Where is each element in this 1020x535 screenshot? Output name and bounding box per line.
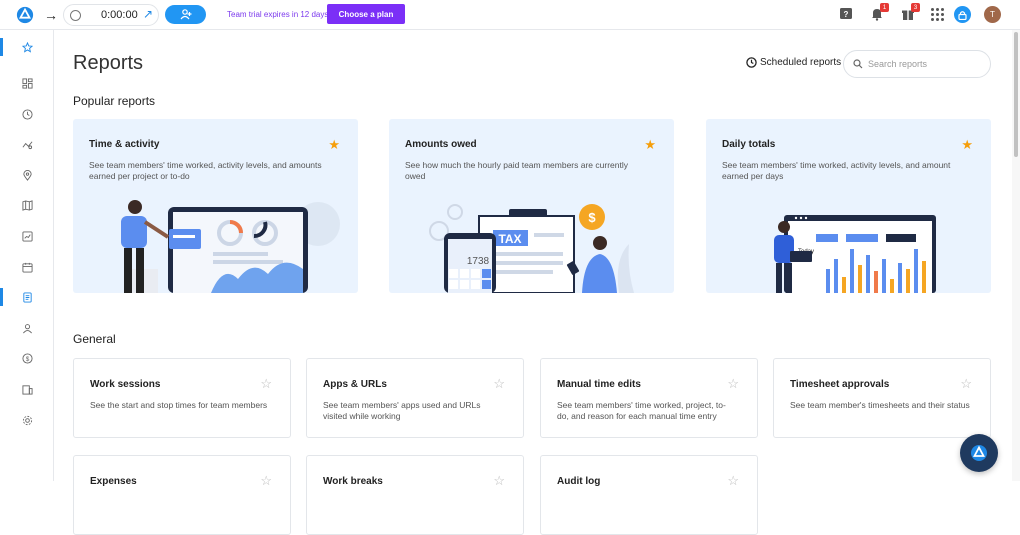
report-card-title: Expenses [90,476,137,487]
apps-grid-icon[interactable] [931,8,944,21]
popular-reports-heading: Popular reports [73,94,156,108]
clock-icon [21,108,33,120]
favorite-star-icon[interactable]: ☆ [493,377,505,390]
report-card-work-breaks[interactable]: Work breaks ☆ [306,455,524,535]
favorite-star-icon[interactable]: ☆ [260,377,272,390]
report-card-title: Work sessions [90,379,161,390]
report-card-title: Manual time edits [557,379,641,390]
report-card-description: See team member's timesheets and their s… [790,400,970,410]
sidebar-item-schedules[interactable] [0,252,54,282]
dollar-icon: $ [21,352,33,364]
location-pin-icon [22,169,32,181]
report-card-daily-totals[interactable]: Daily totals See team members' time work… [706,119,991,293]
top-bar: → 0:00:00 ↗ Team trial expires in 12 day… [0,0,1020,30]
svg-text:$: $ [588,210,596,225]
user-avatar[interactable]: T [984,6,1001,23]
report-card-description: See team members' apps used and URLs vis… [323,400,481,421]
help-icon[interactable]: ? [839,7,853,21]
svg-text:?: ? [844,10,849,19]
scheduled-reports-label: Scheduled reports [760,57,842,68]
report-card-title: Audit log [557,476,601,487]
amounts-owed-illustration: TAX $ 1738 [429,204,634,293]
sidebar-item-financials[interactable]: $ [0,343,54,373]
arrow-right-icon[interactable]: → [44,8,58,22]
report-card-description: See team members' time worked, project, … [557,400,726,421]
sidebar-item-insights[interactable] [0,221,54,251]
calculator-display: 1738 [467,256,490,267]
sidebar-item-dashboard[interactable] [0,68,54,98]
notifications-button[interactable]: 1 [870,3,889,21]
report-card-audit-log[interactable]: Audit log ☆ [540,455,758,535]
report-card-title: Apps & URLs [323,379,387,390]
timer-value: 0:00:00 [101,9,138,21]
report-card-amounts-owed[interactable]: Amounts owed See how much the hourly pai… [389,119,674,293]
sidebar-item-reports[interactable] [0,282,54,312]
report-card-apps-urls[interactable]: Apps & URLs See team members' apps used … [306,358,524,438]
sidebar: $ [0,30,54,481]
scheduled-reports-link[interactable]: Scheduled reports [746,57,841,68]
report-card-work-sessions[interactable]: Work sessions See the start and stop tim… [73,358,291,438]
gifts-button[interactable]: 3 [901,3,920,21]
favorite-star-icon[interactable]: ☆ [960,377,972,390]
page-scrollbar[interactable] [1012,30,1020,481]
calendar-icon [21,262,33,273]
lock-button[interactable] [954,6,971,23]
report-card-time-activity[interactable]: Time & activity See team members' time w… [73,119,358,293]
search-input[interactable] [868,59,978,69]
svg-text:$: $ [25,355,29,362]
trial-notice: Team trial expires in 12 days. [227,10,331,19]
sidebar-item-locations[interactable] [0,160,54,190]
reports-icon [22,291,32,303]
sidebar-item-activity[interactable] [0,129,54,159]
sidebar-item-projects[interactable] [0,374,54,404]
stopwatch-icon [70,9,81,21]
settings-icon [22,415,32,425]
sidebar-item-settings[interactable] [0,405,54,435]
tax-label: TAX [498,232,521,246]
time-activity-illustration [121,200,340,293]
favorite-star-icon[interactable]: ☆ [727,377,739,390]
report-card-title: Timesheet approvals [790,379,890,390]
dashboard-icon [21,77,33,89]
sidebar-item-map[interactable] [0,190,54,220]
choose-plan-button[interactable]: Choose a plan [327,4,405,24]
gifts-badge: 3 [911,3,920,12]
star-icon [21,41,33,53]
sidebar-item-favorites[interactable] [0,32,54,62]
report-card-timesheet-approvals[interactable]: Timesheet approvals See team member's ti… [773,358,991,438]
sidebar-item-timesheets[interactable] [0,99,54,129]
add-user-button[interactable] [165,5,206,24]
daily-totals-illustration: Today [774,215,936,293]
activity-icon [22,140,32,149]
report-card-expenses[interactable]: Expenses ☆ [73,455,291,535]
notifications-badge: 1 [880,3,889,12]
search-box[interactable] [843,50,991,78]
chart-icon [21,230,33,242]
report-card-description: See the start and stop times for team me… [90,400,268,410]
people-icon [22,323,32,333]
lock-icon [958,10,967,20]
projects-icon [21,384,33,395]
search-icon [853,59,863,69]
report-card-manual-time-edits[interactable]: Manual time edits See team members' time… [540,358,758,438]
app-logo-icon [971,445,987,461]
expand-arrow-icon[interactable]: ↗ [143,7,153,21]
app-logo-icon[interactable] [16,6,34,24]
general-heading: General [73,332,116,346]
sidebar-item-people[interactable] [0,313,54,343]
scrollbar-thumb[interactable] [1014,32,1018,157]
report-card-title: Work breaks [323,476,383,487]
add-user-icon [180,9,191,20]
clock-icon [746,57,757,68]
help-chat-button[interactable] [960,434,998,472]
map-icon [21,199,33,211]
page-title: Reports [73,52,144,74]
